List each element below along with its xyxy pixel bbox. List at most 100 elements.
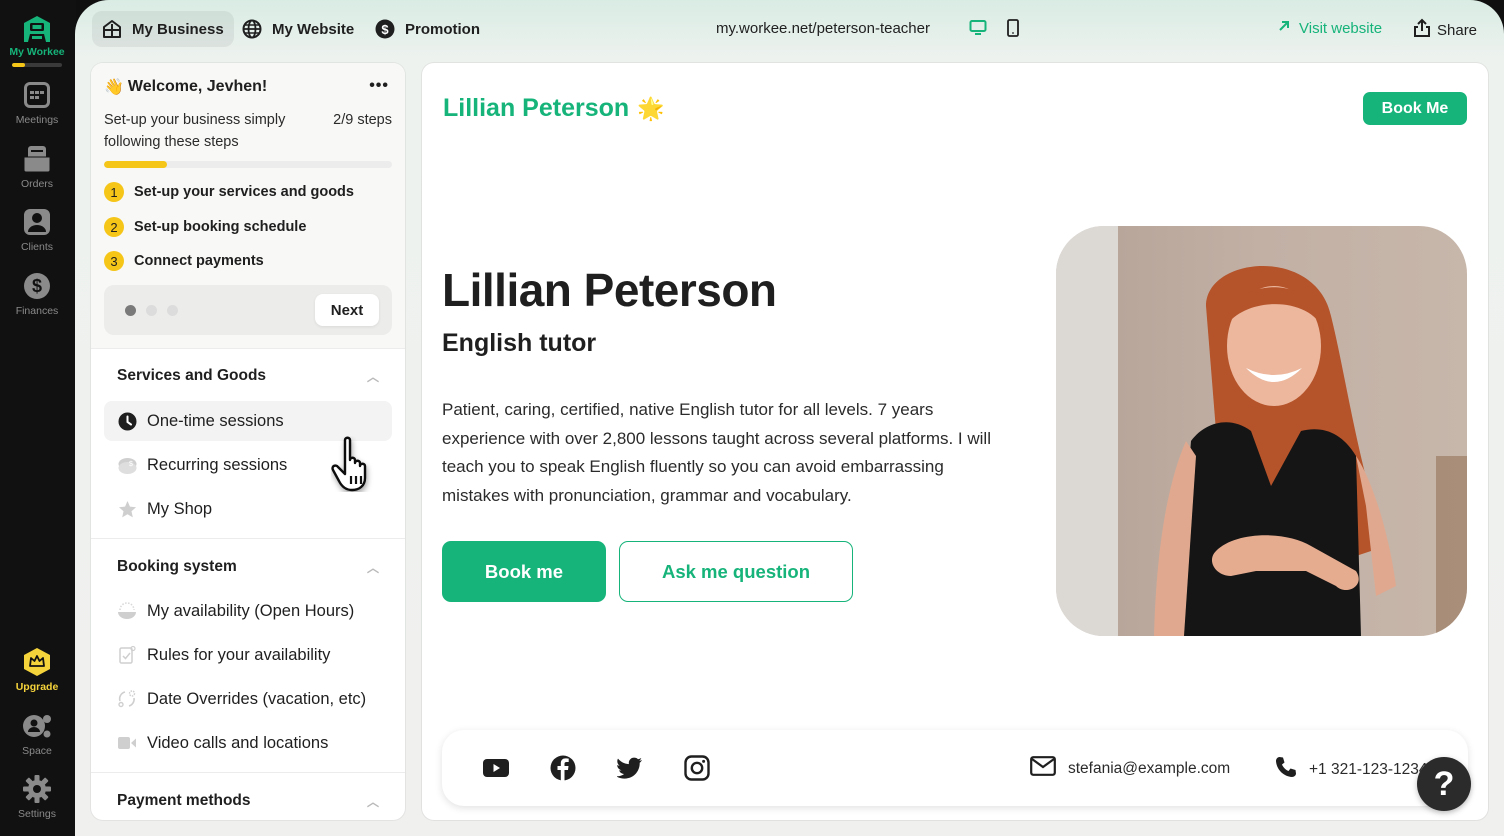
menu-item-label: Recurring sessions: [147, 455, 288, 474]
menu-item-label: One-time sessions: [147, 411, 284, 430]
chevron-up-icon: ︿: [366, 369, 379, 384]
carousel-dot[interactable]: [146, 305, 157, 316]
workee-logo-icon: [22, 14, 52, 44]
steps-carousel: Next: [104, 285, 392, 335]
crown-icon: [22, 647, 52, 677]
menu-item-availability-rules[interactable]: Rules for your availability: [104, 635, 392, 675]
menu-item-label: My availability (Open Hours): [147, 601, 355, 620]
calendar-icon: [22, 80, 52, 110]
tab-label: My Website: [272, 20, 355, 38]
tab-promotion[interactable]: $ Promotion: [365, 11, 490, 47]
email-text: stefania@example.com: [1068, 759, 1231, 777]
setup-step[interactable]: 3 Connect payments: [104, 251, 264, 271]
menu-item-one-time-sessions[interactable]: One-time sessions: [104, 401, 392, 441]
step-number: 2: [104, 217, 124, 237]
site-url[interactable]: my.workee.net/peterson-teacher: [716, 20, 930, 37]
clock-icon: [117, 411, 137, 431]
dollar-circle-icon: $: [375, 19, 395, 39]
rail-item-my-workee[interactable]: My Workee: [0, 14, 74, 67]
menu-item-video-calls[interactable]: Video calls and locations: [104, 723, 392, 763]
space-icon: [22, 711, 52, 741]
setup-step[interactable]: 2 Set-up booking schedule: [104, 217, 306, 237]
divider: [91, 772, 405, 773]
brand-progress-bar: [12, 63, 62, 67]
section-payment-methods[interactable]: Payment methods ︿: [91, 781, 405, 820]
rail-item-settings[interactable]: Settings: [0, 774, 74, 820]
site-brand[interactable]: Lillian Peterson 🌟: [443, 94, 665, 123]
folder-icon: [22, 144, 52, 174]
rail-item-orders[interactable]: Orders: [0, 144, 74, 190]
star-icon: [117, 499, 137, 519]
chevron-up-icon: ︿: [366, 560, 379, 575]
chevron-up-icon: ︿: [366, 794, 379, 809]
menu-item-my-shop[interactable]: My Shop: [104, 489, 392, 529]
svg-text:$: $: [32, 276, 42, 296]
house-icon: [102, 19, 122, 39]
tab-label: My Business: [132, 20, 224, 38]
rail-item-space[interactable]: Space: [0, 711, 74, 757]
section-booking-system[interactable]: Booking system ︿: [91, 547, 405, 587]
rail-label: Meetings: [15, 114, 59, 126]
rail-label: Finances: [15, 305, 59, 317]
menu-item-my-availability[interactable]: My availability (Open Hours): [104, 591, 392, 631]
rail-label: Orders: [20, 178, 54, 190]
twitter-icon[interactable]: [616, 754, 644, 782]
rail-label: Space: [22, 745, 52, 757]
section-services-and-goods[interactable]: Services and Goods ︿: [91, 356, 405, 396]
step-label: Set-up booking schedule: [134, 219, 307, 235]
rail-item-meetings[interactable]: Meetings: [0, 80, 74, 126]
youtube-icon[interactable]: [482, 754, 510, 782]
tab-my-business[interactable]: My Business: [92, 11, 234, 47]
mobile-preview-button[interactable]: [1002, 18, 1024, 42]
book-me-header-button[interactable]: Book Me: [1363, 92, 1467, 125]
phone-text: +1 321-123-1234: [1309, 760, 1428, 778]
share-icon: [1413, 18, 1431, 42]
contact-email[interactable]: stefania@example.com: [1030, 756, 1230, 781]
profile-photo: [1056, 226, 1467, 636]
share-label: Share: [1437, 21, 1478, 39]
instagram-icon[interactable]: [683, 754, 711, 782]
top-bar: My Business My Website $ Promotion my.wo…: [75, 0, 1504, 60]
help-button[interactable]: ?: [1417, 757, 1471, 811]
menu-item-label: My Shop: [147, 499, 213, 518]
ask-question-button[interactable]: Ask me question: [619, 541, 853, 602]
book-me-button[interactable]: Book me: [442, 541, 606, 602]
rail-item-clients[interactable]: Clients: [0, 207, 74, 253]
next-button[interactable]: Next: [315, 294, 379, 326]
globe-icon: [242, 19, 262, 39]
divider: [91, 538, 405, 539]
hero-name: Lillian Peterson: [442, 264, 777, 316]
share-button[interactable]: Share: [1413, 18, 1477, 42]
rail-item-upgrade[interactable]: Upgrade: [0, 647, 74, 693]
site-brand-name: Lillian Peterson: [443, 94, 630, 122]
setup-progress-bar: [104, 161, 392, 168]
desktop-preview-button[interactable]: [967, 19, 989, 41]
welcome-title-text: Welcome, Jevhen!: [127, 78, 268, 95]
facebook-icon[interactable]: [549, 754, 577, 782]
tab-my-website[interactable]: My Website: [232, 11, 364, 47]
hero-bio: Patient, caring, certified, native Engli…: [442, 400, 991, 505]
step-number: 3: [104, 251, 124, 271]
carousel-dot[interactable]: [167, 305, 178, 316]
desktop-icon: [969, 19, 987, 42]
envelope-icon: [1030, 756, 1056, 781]
menu-item-date-overrides[interactable]: Date Overrides (vacation, etc): [104, 679, 392, 719]
more-options-button[interactable]: •••: [369, 77, 389, 95]
recurring-icon: $: [117, 455, 137, 475]
setup-step[interactable]: 1 Set-up your services and goods: [104, 182, 354, 202]
menu-item-label: Rules for your availability: [147, 645, 331, 664]
mobile-icon: [1006, 18, 1020, 42]
menu-item-recurring-sessions[interactable]: $ Recurring sessions: [104, 445, 392, 485]
rail-label: My Workee: [9, 46, 65, 58]
contact-phone[interactable]: +1 321-123-1234: [1275, 756, 1428, 783]
app-rail: My Workee Meetings Orders Clients $ Fina…: [0, 0, 76, 836]
carousel-dot[interactable]: [125, 305, 136, 316]
visit-website-link[interactable]: Visit website: [1277, 19, 1382, 37]
menu-item-label: Video calls and locations: [147, 733, 329, 752]
section-title: Services and Goods: [117, 367, 267, 384]
rail-item-finances[interactable]: $ Finances: [0, 271, 74, 317]
welcome-title: 👋 Welcome, Jevhen!: [104, 77, 267, 97]
rail-label: Upgrade: [15, 681, 59, 693]
waving-hand-icon: 👋: [104, 79, 124, 96]
svg-text:$: $: [129, 461, 133, 468]
